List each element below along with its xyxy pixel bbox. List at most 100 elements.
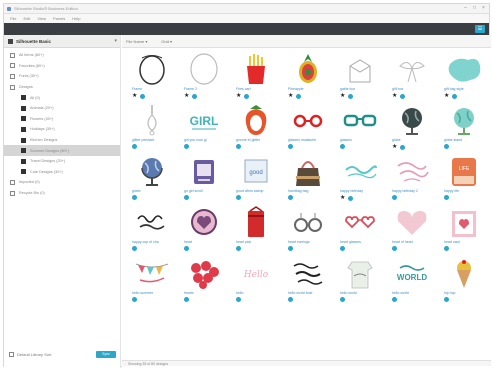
design-thumbnail[interactable]: [340, 154, 380, 188]
folder-item[interactable]: Imported (0): [4, 177, 120, 188]
design-tile[interactable]: hello world bold: [282, 256, 334, 307]
design-tile[interactable]: heart card: [438, 205, 490, 256]
chevron-down-icon[interactable]: ▾: [114, 38, 117, 44]
design-tile[interactable]: Frame ★: [126, 52, 178, 103]
star-icon[interactable]: ★: [392, 144, 397, 150]
design-thumbnail[interactable]: [132, 154, 172, 188]
design-thumbnail[interactable]: [340, 205, 380, 239]
design-label[interactable]: heart glasses: [340, 240, 382, 244]
folder-item[interactable]: All Items (80+): [4, 50, 120, 61]
menu-edit[interactable]: Edit: [23, 16, 30, 21]
design-label[interactable]: gift bag style: [444, 87, 486, 91]
design-tile[interactable]: good good vibes stamp: [230, 154, 282, 205]
design-label[interactable]: hello world: [392, 291, 434, 295]
design-label[interactable]: happy birthday: [340, 189, 382, 193]
design-thumbnail[interactable]: WORLD: [392, 256, 432, 290]
design-tile[interactable]: gift box ★: [386, 52, 438, 103]
menu-file[interactable]: File: [10, 16, 16, 21]
design-thumbnail[interactable]: [288, 256, 328, 290]
design-label[interactable]: hello world: [340, 291, 382, 295]
design-thumbnail[interactable]: [340, 103, 380, 137]
design-tile[interactable]: LIFE happy life: [438, 154, 490, 205]
design-tile[interactable]: Hello hello: [230, 256, 282, 307]
design-thumbnail[interactable]: Hello: [236, 256, 276, 290]
design-tile[interactable]: heart: [178, 205, 230, 256]
menu-view[interactable]: View: [37, 16, 46, 21]
design-thumbnail[interactable]: [288, 205, 328, 239]
star-icon[interactable]: ★: [444, 93, 449, 99]
design-label[interactable]: globe stand: [444, 138, 486, 142]
design-thumbnail[interactable]: [288, 154, 328, 188]
star-icon[interactable]: ★: [340, 195, 345, 201]
design-thumbnail[interactable]: [340, 52, 380, 86]
design-label[interactable]: handbag bag: [288, 189, 330, 193]
design-tile[interactable]: globe ★: [386, 103, 438, 154]
design-label[interactable]: gable box: [340, 87, 382, 91]
folder-item[interactable]: Cute Designs (30+): [4, 167, 120, 178]
design-tile[interactable]: WORLD hello world: [386, 256, 438, 307]
design-thumbnail[interactable]: [444, 256, 484, 290]
design-tile[interactable]: glasses: [334, 103, 386, 154]
design-tile[interactable]: glitter pendant: [126, 103, 178, 154]
design-label[interactable]: go girl scroll: [184, 189, 226, 193]
folder-item[interactable]: Fonts (30+): [4, 71, 120, 82]
design-tile[interactable]: heart of heart: [386, 205, 438, 256]
design-label[interactable]: heart: [184, 240, 226, 244]
design-label[interactable]: hello summer: [132, 291, 174, 295]
design-tile[interactable]: happy birthday ★: [334, 154, 386, 205]
star-icon[interactable]: ★: [184, 93, 189, 99]
design-label[interactable]: hearts: [184, 291, 226, 295]
design-label[interactable]: Pineapple: [288, 87, 330, 91]
design-thumbnail[interactable]: [444, 52, 484, 86]
design-tile[interactable]: gift bag style ★: [438, 52, 490, 103]
design-tile[interactable]: happy birthday 2: [386, 154, 438, 205]
design-thumbnail[interactable]: [184, 205, 224, 239]
design-label[interactable]: glitter pendant: [132, 138, 174, 142]
design-label[interactable]: happy birthday 2: [392, 189, 434, 193]
design-label[interactable]: Frame: [132, 87, 174, 91]
folder-item[interactable]: Recycle Bin (0): [4, 188, 120, 199]
design-thumbnail[interactable]: [184, 52, 224, 86]
design-tile[interactable]: hearts: [178, 256, 230, 307]
design-label[interactable]: girl you rock gl: [184, 138, 226, 142]
design-label[interactable]: globe: [392, 138, 434, 142]
folder-item[interactable]: Animals (20+): [4, 103, 120, 114]
library-panel-button[interactable]: ☰: [475, 25, 485, 33]
design-label[interactable]: heart pick: [236, 240, 278, 244]
design-thumbnail[interactable]: [444, 103, 484, 137]
folder-item[interactable]: Flowers (30+): [4, 114, 120, 125]
design-tile[interactable]: Pineapple ★: [282, 52, 334, 103]
design-thumbnail[interactable]: [236, 52, 276, 86]
design-label[interactable]: hello world bold: [288, 291, 330, 295]
design-label[interactable]: heart earrings: [288, 240, 330, 244]
design-thumbnail[interactable]: [392, 154, 432, 188]
design-thumbnail[interactable]: [184, 256, 224, 290]
view-dropdown[interactable]: Grid ▾: [161, 39, 172, 44]
design-thumbnail[interactable]: [444, 205, 484, 239]
design-label[interactable]: good vibes stamp: [236, 189, 278, 193]
design-label[interactable]: hello: [236, 291, 278, 295]
design-tile[interactable]: go girl scroll: [178, 154, 230, 205]
design-thumbnail[interactable]: [340, 256, 380, 290]
design-label[interactable]: glasses: [340, 138, 382, 142]
design-label[interactable]: happy life: [444, 189, 486, 193]
design-label[interactable]: Fries cart: [236, 87, 278, 91]
star-icon[interactable]: ★: [340, 93, 345, 99]
design-label[interactable]: globe: [132, 189, 174, 193]
design-thumbnail[interactable]: [288, 103, 328, 137]
folder-item[interactable]: Designs: [4, 82, 120, 93]
menu-help[interactable]: Help: [72, 16, 80, 21]
design-thumbnail[interactable]: [132, 256, 172, 290]
folder-item[interactable]: All (0): [4, 92, 120, 103]
design-tile[interactable]: heart pick: [230, 205, 282, 256]
design-tile[interactable]: heart glasses: [334, 205, 386, 256]
design-thumbnail[interactable]: [236, 103, 276, 137]
star-icon[interactable]: ★: [236, 93, 241, 99]
folder-item[interactable]: Holidays (30+): [4, 124, 120, 135]
close-icon[interactable]: ×: [481, 6, 486, 11]
sync-button[interactable]: Sync: [96, 351, 116, 358]
design-label[interactable]: heart card: [444, 240, 486, 244]
sort-dropdown[interactable]: File Name ▾: [126, 39, 147, 44]
design-thumbnail[interactable]: [288, 52, 328, 86]
design-tile[interactable]: hip hop: [438, 256, 490, 307]
